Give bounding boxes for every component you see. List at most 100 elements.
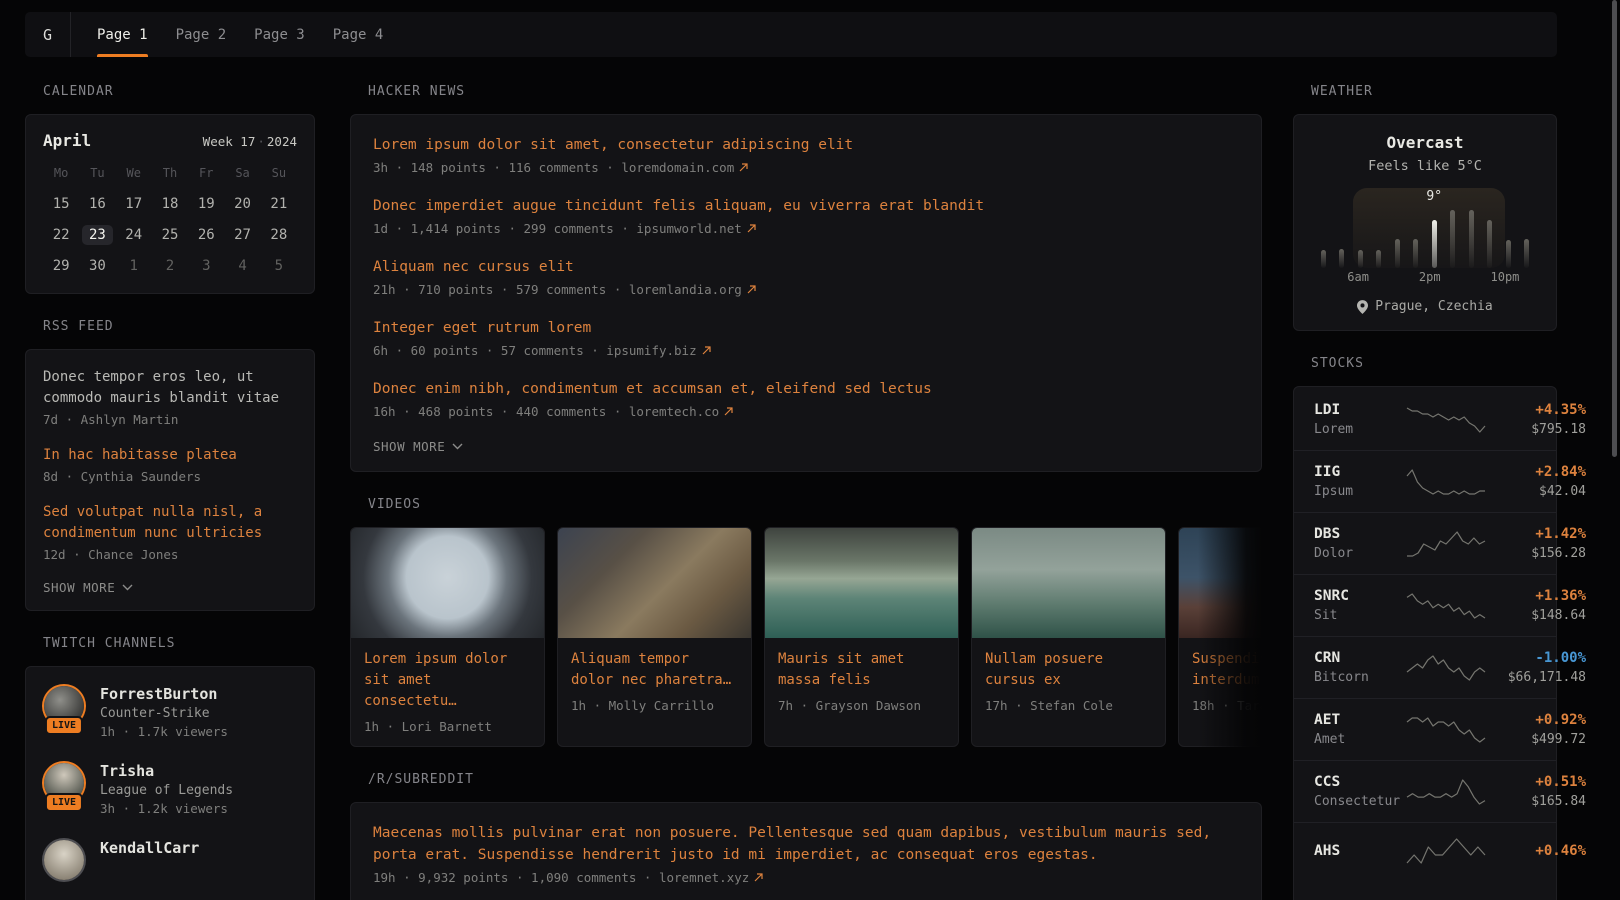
external-link-icon[interactable] [747,285,756,294]
channel-name[interactable]: KendallCarr [100,839,199,857]
weather-location[interactable]: Prague, Czechia [1312,299,1538,314]
calendar-day-number: 20 [227,194,258,214]
time-axis-label [1369,270,1386,284]
calendar-day[interactable]: 20 [224,190,260,217]
stock-change: +2.84% [1486,464,1586,480]
right-column: WEATHER Overcast Feels like 5°C 9° [1293,84,1557,900]
page-tab[interactable]: Page 1 [97,12,148,57]
video-thumbnail[interactable] [351,528,544,638]
rss-item: Donec tempor eros leo, ut commodo mauris… [43,367,297,427]
calendar-day[interactable]: 25 [152,221,188,248]
twitch-channel-row[interactable]: LIVE Trisha League of Legends 3h · 1.2k … [43,762,297,816]
meta-text: 21h · 710 points · 579 comments · loreml… [373,282,742,297]
calendar-day[interactable]: 17 [116,190,152,217]
stock-row[interactable]: CCS Consectetur +0.51% $165.84 [1294,760,1556,822]
calendar-day[interactable]: 2 [152,252,188,279]
temperature-bar [1321,250,1326,268]
hackernews-item: Lorem ipsum dolor sit amet, consectetur … [373,134,1239,175]
stock-row[interactable]: DBS Dolor +1.42% $156.28 [1294,512,1556,574]
calendar-day[interactable]: 18 [152,190,188,217]
hackernews-item-title[interactable]: Integer eget rutrum lorem [373,317,1239,339]
calendar-day[interactable]: 4 [224,252,260,279]
temperature-bar-slot [1481,220,1500,268]
subreddit-post-title[interactable]: Maecenas mollis pulvinar erat non posuer… [373,822,1239,866]
hackernews-show-more-button[interactable]: SHOW MORE [373,439,1239,454]
stock-name: Amet [1314,732,1406,747]
stock-row[interactable]: SNRC Sit +1.36% $148.64 [1294,574,1556,636]
calendar-day[interactable]: 29 [43,252,79,279]
video-title[interactable]: Nullam posuere cursus ex [985,649,1152,691]
calendar-day[interactable]: 22 [43,221,79,248]
calendar-day[interactable]: 27 [224,221,260,248]
video-thumbnail[interactable] [765,528,958,638]
video-thumbnail[interactable] [558,528,751,638]
rss-item-meta: 12d · Chance Jones [43,547,297,562]
twitch-channel-row[interactable]: KendallCarr [43,839,297,881]
stock-row[interactable]: LDI Lorem +4.35% $795.18 [1294,389,1556,450]
videos-widget: VIDEOS Lorem ipsum dolor sit amet consec… [350,497,1262,747]
calendar-day[interactable]: 1 [116,252,152,279]
video-card[interactable]: Lorem ipsum dolor sit amet consectetu… 1… [350,527,545,747]
video-card[interactable]: Mauris sit amet massa felis 7h · Grayson… [764,527,959,747]
external-link-icon[interactable] [702,346,711,355]
hackernews-item-meta: 16h · 468 points · 440 comments · loremt… [373,404,1239,419]
stock-change: -1.00% [1486,650,1586,666]
calendar-day[interactable]: 26 [188,221,224,248]
rss-item-title[interactable]: Sed volutpat nulla nisl, a condimentum n… [43,502,297,544]
rss-show-more-button[interactable]: SHOW MORE [43,580,297,595]
calendar-day[interactable]: 16 [79,190,115,217]
twitch-channel-row[interactable]: LIVE ForrestBurton Counter-Strike 1h · 1… [43,685,297,739]
page-tab[interactable]: Page 2 [176,12,227,57]
temperature-bar-slot [1499,240,1518,268]
video-thumbnail[interactable] [972,528,1165,638]
scrollbar-thumb[interactable] [1612,0,1617,457]
temperature-bar-slot [1462,210,1481,268]
hackernews-item-title[interactable]: Donec enim nibh, condimentum et accumsan… [373,378,1239,400]
external-link-icon[interactable] [747,224,756,233]
video-carousel: Lorem ipsum dolor sit amet consectetu… 1… [350,527,1262,747]
rss-item-title[interactable]: In hac habitasse platea [43,445,297,466]
hackernews-item-title[interactable]: Lorem ipsum dolor sit amet, consectetur … [373,134,1239,156]
calendar-day[interactable]: 21 [261,190,297,217]
calendar-day[interactable]: 3 [188,252,224,279]
stock-row[interactable]: CRN Bitcorn -1.00% $66,171.48 [1294,636,1556,698]
calendar-day-number: 22 [46,225,77,245]
stock-row[interactable]: AHS +0.46% [1294,822,1556,879]
calendar-day-number: 29 [46,256,77,276]
calendar-day-number: 4 [231,256,253,276]
stock-row[interactable]: AET Amet +0.92% $499.72 [1294,698,1556,760]
page-tab[interactable]: Page 3 [254,12,305,57]
video-card[interactable]: Suspendisse interdum diam 18h · Tara [1178,527,1262,747]
video-card[interactable]: Aliquam tempor dolor nec pharetra… 1h · … [557,527,752,747]
calendar-day[interactable]: 24 [116,221,152,248]
hackernews-item-title[interactable]: Donec imperdiet augue tincidunt felis al… [373,195,1239,217]
video-title[interactable]: Mauris sit amet massa felis [778,649,945,691]
stock-row[interactable]: IIG Ipsum +2.84% $42.04 [1294,450,1556,512]
page-tab[interactable]: Page 4 [333,12,384,57]
video-title[interactable]: Aliquam tempor dolor nec pharetra… [571,649,738,691]
calendar-day[interactable]: 5 [261,252,297,279]
external-link-icon[interactable] [754,873,763,882]
rss-item-title[interactable]: Donec tempor eros leo, ut commodo mauris… [43,367,297,409]
app-logo[interactable]: G [25,12,71,57]
video-card[interactable]: Nullam posuere cursus ex 17h · Stefan Co… [971,527,1166,747]
channel-name[interactable]: Trisha [100,762,233,780]
hackernews-item-title[interactable]: Aliquam nec cursus elit [373,256,1239,278]
hackernews-item-meta: 6h · 60 points · 57 comments · ipsumify.… [373,343,1239,358]
calendar-day[interactable]: 15 [43,190,79,217]
hackernews-item: Integer eget rutrum lorem 6h · 60 points… [373,317,1239,358]
channel-name[interactable]: ForrestBurton [100,685,228,703]
external-link-icon[interactable] [739,163,748,172]
video-thumbnail[interactable] [1179,528,1262,638]
location-pin-icon [1357,300,1368,314]
calendar-day[interactable]: 30 [79,252,115,279]
external-link-icon[interactable] [724,407,733,416]
video-title[interactable]: Suspendisse interdum diam [1192,649,1262,691]
calendar-day[interactable]: 19 [188,190,224,217]
rss-panel: Donec tempor eros leo, ut commodo mauris… [25,349,315,611]
calendar-day[interactable]: 28 [261,221,297,248]
calendar-day[interactable]: 23 [79,221,115,248]
video-card-body: Lorem ipsum dolor sit amet consectetu… 1… [351,638,544,746]
video-title[interactable]: Lorem ipsum dolor sit amet consectetu… [364,649,531,712]
rss-item-meta: 8d · Cynthia Saunders [43,469,297,484]
